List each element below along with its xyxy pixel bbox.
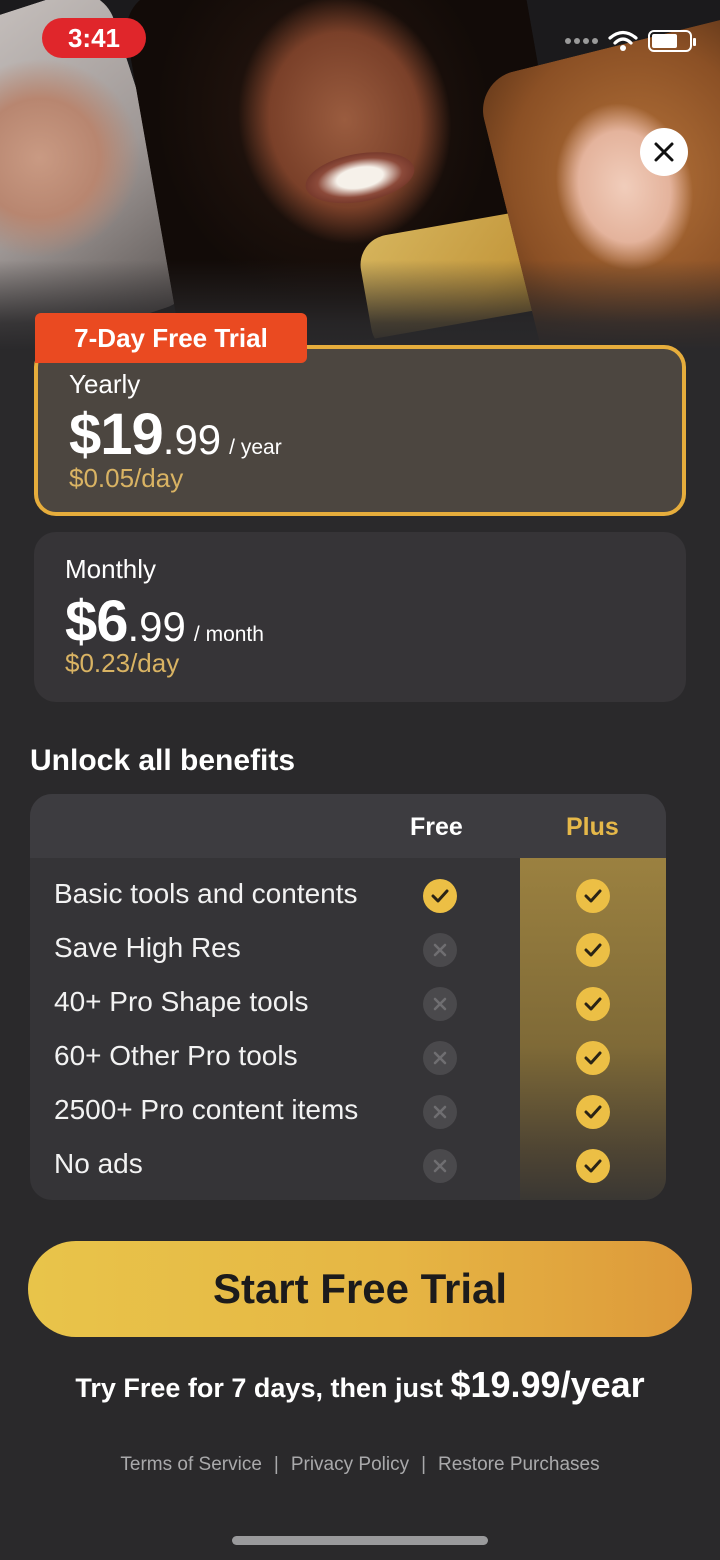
- wifi-icon: [608, 30, 638, 51]
- plus-check-icon: [576, 987, 610, 1021]
- status-icons: [565, 30, 696, 52]
- plus-check-icon: [576, 1149, 610, 1183]
- plan-price: $19 .99 / year: [69, 401, 282, 468]
- free-cross-icon: [423, 1149, 457, 1183]
- plan-per-day: $0.23/day: [65, 648, 180, 678]
- column-header-plus: Plus: [566, 813, 619, 841]
- price-whole: $19: [69, 402, 164, 467]
- plan-name: Yearly: [69, 369, 141, 399]
- terms-of-service-link[interactable]: Terms of Service: [120, 1454, 261, 1476]
- privacy-policy-link[interactable]: Privacy Policy: [291, 1454, 409, 1476]
- restore-purchases-link[interactable]: Restore Purchases: [438, 1454, 600, 1476]
- plan-per-day: $0.05/day: [69, 463, 184, 493]
- benefits-title: Unlock all benefits: [30, 744, 296, 777]
- benefit-label: 60+ Other Pro tools: [54, 1040, 298, 1071]
- free-cross-icon: [423, 987, 457, 1021]
- trial-note: Try Free for 7 days, then just $19.99/ye…: [0, 1364, 720, 1406]
- free-check-icon: [423, 879, 457, 913]
- benefits-table: Free Plus Basic tools and contents Save H…: [30, 794, 666, 1200]
- benefit-label: Save High Res: [54, 932, 241, 963]
- plan-name: Monthly: [65, 554, 157, 584]
- price-cents: .99: [127, 603, 186, 650]
- home-indicator: [232, 1536, 488, 1545]
- free-cross-icon: [423, 933, 457, 967]
- status-time: 3:41: [42, 18, 146, 58]
- plus-check-icon: [576, 933, 610, 967]
- footer-separator: |: [421, 1454, 427, 1475]
- plan-price: $6 .99 / month: [65, 588, 264, 655]
- free-cross-icon: [423, 1041, 457, 1075]
- plan-option-yearly[interactable]: Yearly $19 .99 / year $0.05/day: [34, 345, 686, 516]
- footer-separator: |: [273, 1454, 279, 1475]
- plus-check-icon: [576, 879, 610, 913]
- trial-note-price: $19.99/year: [450, 1364, 645, 1405]
- plus-check-icon: [576, 1095, 610, 1129]
- footer-links: Terms of Service | Privacy Policy | Rest…: [0, 1454, 720, 1476]
- price-cents: .99: [162, 416, 222, 463]
- benefit-label: 2500+ Pro content items: [54, 1094, 359, 1125]
- plan-option-monthly[interactable]: Monthly $6 .99 / month $0.23/day: [34, 532, 686, 702]
- price-unit: / year: [229, 436, 282, 459]
- plus-check-icon: [576, 1041, 610, 1075]
- price-whole: $6: [65, 589, 129, 654]
- benefit-label: 40+ Pro Shape tools: [54, 986, 309, 1017]
- price-unit: / month: [193, 623, 264, 646]
- lips-highlight: [301, 144, 419, 211]
- free-cross-icon: [423, 1095, 457, 1129]
- battery-icon: [648, 30, 696, 52]
- trial-note-text: Try Free for 7 days, then just: [75, 1373, 451, 1403]
- benefit-label: Basic tools and contents: [54, 878, 358, 909]
- trial-badge: 7-Day Free Trial: [35, 313, 307, 363]
- column-header-free: Free: [410, 813, 463, 841]
- cellular-signal-icon: [565, 38, 598, 44]
- start-free-trial-button[interactable]: Start Free Trial: [28, 1241, 692, 1337]
- close-icon: [654, 142, 674, 162]
- benefit-label: No ads: [54, 1148, 143, 1179]
- close-button[interactable]: [640, 128, 688, 176]
